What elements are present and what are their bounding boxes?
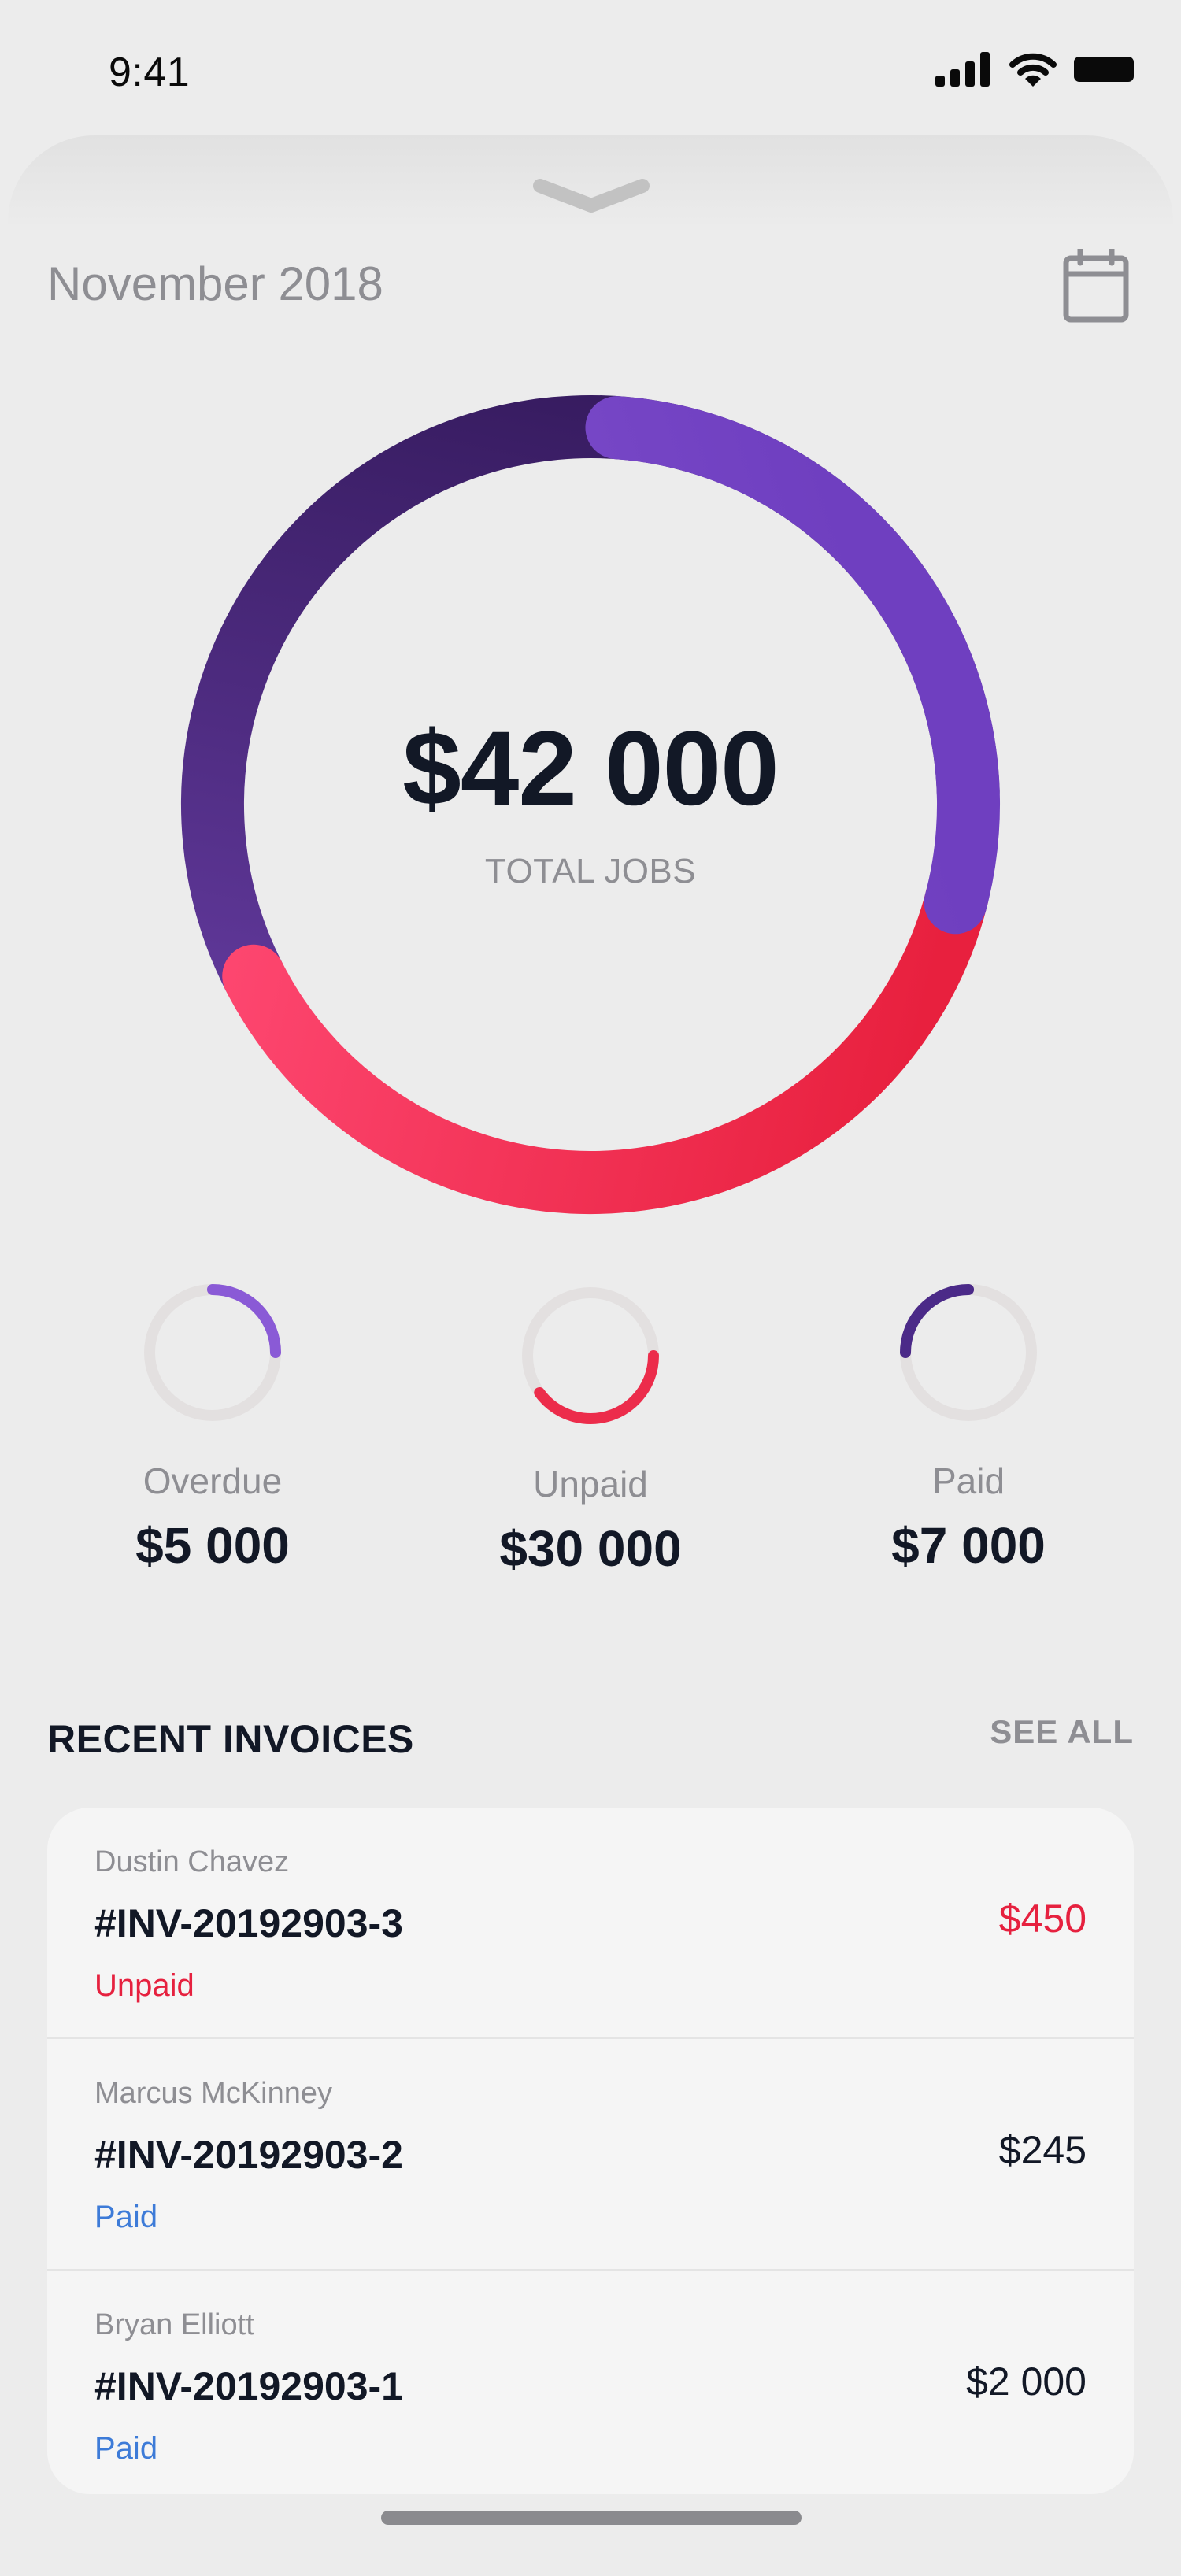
recent-invoices-title: RECENT INVOICES	[47, 1717, 414, 1761]
unpaid-mini-ring	[522, 1287, 659, 1424]
breakdown-unpaid[interactable]: Unpaid $30 000	[409, 1283, 772, 1578]
unpaid-label: Unpaid	[533, 1464, 648, 1505]
breakdown-overdue[interactable]: Overdue $5 000	[31, 1280, 394, 1575]
invoice-number: #INV-20192903-2	[94, 2133, 403, 2177]
invoice-status: Paid	[94, 2431, 158, 2466]
invoice-client: Marcus McKinney	[94, 2077, 332, 2110]
invoices-card: Dustin Chavez #INV-20192903-3 Unpaid $45…	[47, 1808, 1134, 2494]
overdue-label: Overdue	[143, 1460, 283, 1501]
invoice-row[interactable]: Bryan Elliott #INV-20192903-1 Paid $2 00…	[47, 2269, 1134, 2494]
invoice-row[interactable]: Marcus McKinney #INV-20192903-2 Paid $24…	[47, 2037, 1134, 2269]
unpaid-amount: $30 000	[499, 1520, 682, 1577]
see-all-link[interactable]: SEE ALL	[990, 1713, 1134, 1751]
wifi-icon	[1009, 53, 1057, 87]
calendar-icon[interactable]	[1063, 249, 1129, 323]
total-label: TOTAL JOBS	[484, 852, 697, 890]
invoice-status: Unpaid	[94, 1968, 194, 2003]
battery-icon	[1074, 57, 1134, 82]
status-icons	[935, 52, 1134, 87]
paid-mini-ring	[900, 1284, 1037, 1421]
overdue-amount: $5 000	[135, 1517, 290, 1574]
invoice-amount: $245	[998, 2128, 1087, 2172]
invoice-row[interactable]: Dustin Chavez #INV-20192903-3 Unpaid $45…	[47, 1808, 1134, 2037]
sheet-grabber-chevron-icon[interactable]	[532, 178, 650, 217]
overdue-mini-ring	[144, 1284, 281, 1421]
paid-label: Paid	[931, 1460, 1005, 1501]
home-indicator[interactable]	[381, 2511, 802, 2525]
cellular-signal-icon	[935, 52, 990, 87]
paid-amount: $7 000	[891, 1517, 1046, 1574]
total-amount: $42 000	[402, 710, 779, 827]
invoice-amount: $450	[998, 1897, 1087, 1941]
invoice-amount: $2 000	[966, 2359, 1087, 2404]
invoice-client: Bryan Elliott	[94, 2308, 254, 2341]
breakdown-paid[interactable]: Paid $7 000	[787, 1280, 1150, 1575]
invoice-status: Paid	[94, 2200, 158, 2234]
invoice-client: Dustin Chavez	[94, 1845, 290, 1878]
status-time: 9:41	[109, 50, 191, 95]
month-label[interactable]: November 2018	[47, 257, 383, 311]
invoice-number: #INV-20192903-3	[94, 1901, 403, 1945]
invoice-number: #INV-20192903-1	[94, 2364, 403, 2408]
